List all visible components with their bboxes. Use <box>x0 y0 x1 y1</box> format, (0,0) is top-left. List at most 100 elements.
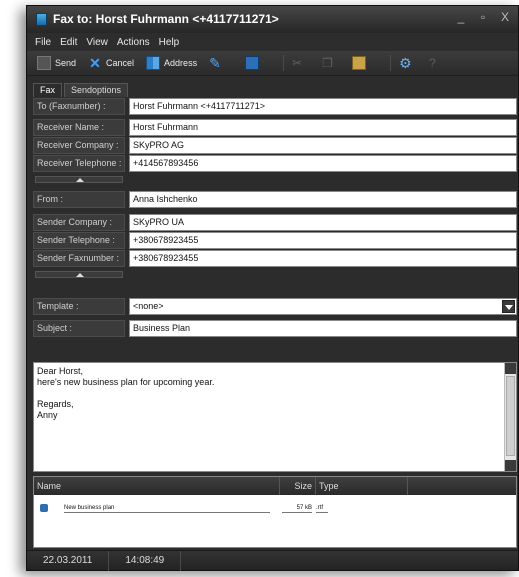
toolbar: Send ✕ Cancel Address ✎ ✂ ❐ ⚙ ? <box>27 51 518 76</box>
window-title: Fax to: Horst Fuhrmann <+4117711271> <box>53 12 279 26</box>
attachments-header: Name Size Type <box>34 477 516 495</box>
status-date: 22.03.2011 <box>27 550 110 571</box>
to-field[interactable]: Horst Fuhrmann <+4117711271> <box>129 98 517 115</box>
address-label: Address <box>164 58 198 68</box>
message-line: here's new business plan for upcoming ye… <box>37 377 215 387</box>
address-button[interactable]: Address <box>146 56 197 70</box>
from-field[interactable]: Anna Ishchenko <box>129 191 517 208</box>
receiver-name-label: Receiver Name : <box>33 119 125 136</box>
tab-fax[interactable]: Fax <box>33 83 63 97</box>
cut-button[interactable]: ✂ <box>292 56 310 70</box>
collapse-arrow-icon <box>76 273 84 277</box>
settings-button[interactable]: ⚙ <box>399 56 417 70</box>
sender-fax-label: Sender Faxnumber : <box>33 250 125 267</box>
attachments-list: Name Size Type New business plan 57 kB .… <box>33 476 517 548</box>
receiver-name-row: Receiver Name : Horst Fuhrmann <box>33 119 517 136</box>
send-icon <box>37 56 51 70</box>
toolbar-separator <box>390 55 392 71</box>
sender-company-field[interactable]: SKyPRO UA <box>129 214 517 231</box>
help-button[interactable]: ? <box>429 56 447 70</box>
template-select[interactable]: <none> <box>129 298 517 315</box>
sender-telephone-field[interactable]: +380678923455 <box>129 232 517 249</box>
template-row: Template : <none> <box>33 298 517 315</box>
toolbar-separator <box>283 55 285 71</box>
menu-actions[interactable]: Actions <box>117 37 150 48</box>
receiver-telephone-label: Receiver Telephone : <box>33 155 125 172</box>
sender-fax-field[interactable]: +380678923455 <box>129 250 517 267</box>
sender-collapse-handle[interactable] <box>35 271 123 278</box>
file-type: .rtf <box>316 505 328 513</box>
to-label: To (Faxnumber) : <box>33 98 125 115</box>
receiver-company-field[interactable]: SKyPRO AG <box>129 137 517 154</box>
subject-label: Subject : <box>33 320 125 337</box>
menu-file[interactable]: File <box>35 37 51 48</box>
pen-icon: ✎ <box>209 55 221 71</box>
subject-field[interactable]: Business Plan <box>129 320 517 337</box>
receiver-telephone-field[interactable]: +414567893456 <box>129 155 517 172</box>
receiver-company-label: Receiver Company : <box>33 137 125 154</box>
sender-fax-row: Sender Faxnumber : +380678923455 <box>33 250 517 267</box>
status-bar: 22.03.2011 14:08:49 <box>27 550 518 571</box>
column-type[interactable]: Type <box>316 477 408 495</box>
message-line <box>37 388 500 399</box>
save-icon <box>245 56 260 70</box>
cut-icon: ✂ <box>292 56 303 70</box>
copy-button[interactable]: ❐ <box>322 56 340 70</box>
close-icon[interactable]: X <box>498 10 512 24</box>
subject-row: Subject : Business Plan <box>33 320 517 337</box>
sender-telephone-row: Sender Telephone : +380678923455 <box>33 232 517 249</box>
scroll-down-icon[interactable] <box>505 460 516 471</box>
cancel-button[interactable]: ✕ Cancel <box>88 56 134 70</box>
list-item[interactable]: New business plan 57 kB .rtf <box>34 502 516 516</box>
file-name: New business plan <box>64 505 270 513</box>
receiver-telephone-row: Receiver Telephone : +414567893456 <box>33 155 517 172</box>
chevron-down-icon[interactable] <box>502 300 515 313</box>
template-label: Template : <box>33 298 125 315</box>
from-row: From : Anna Ishchenko <box>33 191 517 208</box>
scroll-up-icon[interactable] <box>505 363 516 374</box>
scroll-thumb[interactable] <box>506 376 515 456</box>
menu-bar: File Edit View Actions Help <box>27 33 518 51</box>
column-filler <box>408 477 516 495</box>
fax-window: Fax to: Horst Fuhrmann <+4117711271> _ ▫… <box>26 5 519 571</box>
sender-company-label: Sender Company : <box>33 214 125 231</box>
maximize-icon[interactable]: ▫ <box>476 10 490 24</box>
message-body[interactable]: Dear Horst, here's new business plan for… <box>33 362 517 472</box>
save-button[interactable] <box>245 56 263 70</box>
sender-company-row: Sender Company : SKyPRO UA <box>33 214 517 231</box>
sender-telephone-label: Sender Telephone : <box>33 232 125 249</box>
template-value: <none> <box>133 301 164 311</box>
send-label: Send <box>55 58 77 68</box>
tab-sendoptions[interactable]: Sendoptions <box>64 83 129 97</box>
from-label: From : <box>33 191 125 208</box>
paste-icon <box>352 56 367 70</box>
address-book-icon <box>146 56 161 70</box>
column-name[interactable]: Name <box>34 477 280 495</box>
receiver-collapse-handle[interactable] <box>35 176 123 183</box>
fax-app-icon <box>36 13 47 26</box>
message-line: Dear Horst, <box>37 366 84 376</box>
menu-view[interactable]: View <box>86 37 108 48</box>
tab-strip: Fax Sendoptions <box>33 83 130 97</box>
paste-button[interactable] <box>352 56 370 70</box>
column-size[interactable]: Size <box>280 477 316 495</box>
menu-edit[interactable]: Edit <box>60 37 77 48</box>
receiver-company-row: Receiver Company : SKyPRO AG <box>33 137 517 154</box>
minimize-icon[interactable]: _ <box>454 10 468 24</box>
receiver-name-field[interactable]: Horst Fuhrmann <box>129 119 517 136</box>
menu-help[interactable]: Help <box>159 37 180 48</box>
message-scrollbar[interactable] <box>504 363 516 471</box>
cancel-icon: ✕ <box>89 55 101 71</box>
document-icon <box>40 504 48 512</box>
to-row: To (Faxnumber) : Horst Fuhrmann <+411771… <box>33 98 517 115</box>
help-icon: ? <box>429 56 436 70</box>
file-size: 57 kB <box>282 505 312 513</box>
cancel-label: Cancel <box>106 58 135 68</box>
title-bar[interactable]: Fax to: Horst Fuhrmann <+4117711271> _ ▫… <box>27 6 518 33</box>
gear-icon: ⚙ <box>399 55 412 71</box>
copy-icon: ❐ <box>322 56 333 70</box>
status-time: 14:08:49 <box>109 550 182 571</box>
send-button[interactable]: Send <box>37 56 76 70</box>
collapse-arrow-icon <box>76 178 84 182</box>
edit-button[interactable]: ✎ <box>209 56 233 70</box>
